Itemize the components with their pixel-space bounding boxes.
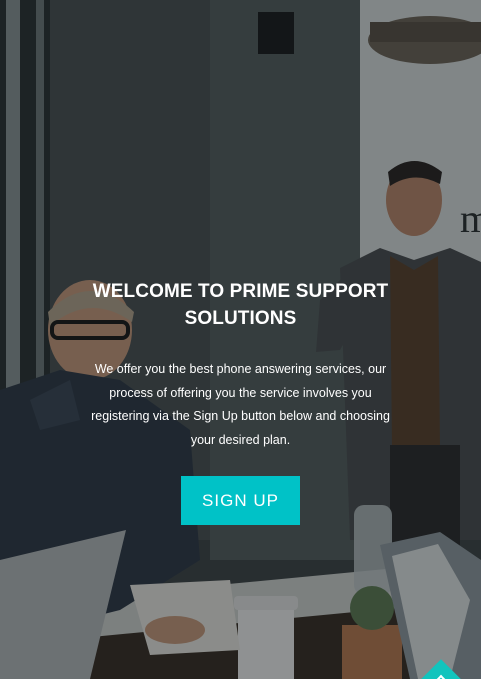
- hero-description: We offer you the best phone answering se…: [91, 362, 390, 447]
- sign-up-button[interactable]: SIGN UP: [181, 476, 300, 525]
- hero-content: WELCOME TO PRIME SUPPORT SOLUTIONS We of…: [0, 278, 481, 525]
- hero-section: m WELCOME TO PRIME SUPPORT SOLUTIONS We …: [0, 0, 481, 679]
- hero-title: WELCOME TO PRIME SUPPORT SOLUTIONS: [92, 281, 389, 329]
